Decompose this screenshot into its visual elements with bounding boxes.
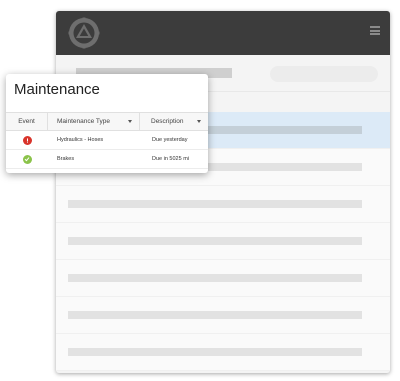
column-label: Maintenance Type bbox=[57, 118, 110, 125]
gear-triangle-logo-icon[interactable] bbox=[68, 17, 100, 49]
maintenance-table: Event Maintenance Type Description Hydra… bbox=[6, 112, 208, 169]
check-icon bbox=[22, 154, 32, 164]
column-header-description[interactable]: Description bbox=[140, 113, 208, 130]
list-row[interactable] bbox=[56, 297, 390, 334]
list-row[interactable] bbox=[56, 223, 390, 260]
app-window bbox=[56, 11, 390, 373]
list-row[interactable] bbox=[56, 186, 390, 223]
alert-icon bbox=[22, 135, 32, 145]
maintenance-type: Brakes bbox=[57, 156, 75, 162]
description: Due in 5025 mi bbox=[152, 156, 189, 162]
table-header: Event Maintenance Type Description bbox=[6, 112, 208, 131]
column-label: Description bbox=[151, 118, 184, 125]
table-row[interactable]: Brakes Due in 5025 mi bbox=[6, 150, 208, 169]
list-row[interactable] bbox=[56, 260, 390, 297]
column-header-maintenance-type[interactable]: Maintenance Type bbox=[48, 113, 140, 130]
list-row[interactable] bbox=[56, 334, 390, 371]
description: Due yesterday bbox=[152, 137, 188, 143]
maintenance-type: Hydraulics - Hoses bbox=[57, 137, 104, 143]
table-row[interactable]: Hydraulics - Hoses Due yesterday bbox=[6, 131, 208, 150]
maintenance-panel: Maintenance Event Maintenance Type Descr… bbox=[6, 74, 208, 173]
hamburger-icon[interactable] bbox=[370, 26, 380, 35]
column-header-event[interactable]: Event bbox=[6, 113, 48, 130]
caret-down-icon[interactable] bbox=[197, 120, 201, 123]
app-header bbox=[56, 11, 390, 55]
search-placeholder[interactable] bbox=[270, 66, 378, 82]
column-label: Event bbox=[18, 118, 35, 125]
caret-down-icon[interactable] bbox=[128, 120, 132, 123]
panel-title: Maintenance bbox=[14, 81, 100, 98]
